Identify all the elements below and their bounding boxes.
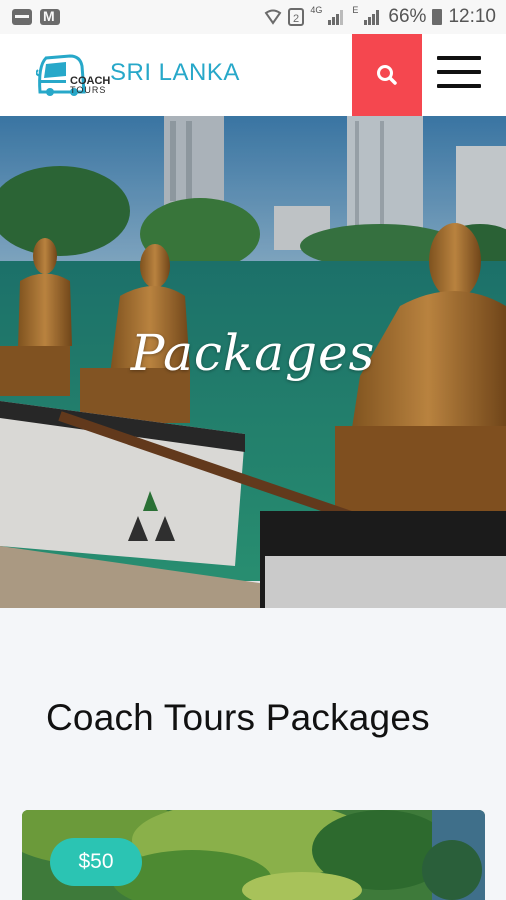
svg-text:2: 2 bbox=[293, 13, 299, 25]
brand-name: SRI LANKA bbox=[110, 59, 240, 86]
gmail-icon bbox=[40, 8, 60, 25]
hero-banner: Packages bbox=[0, 116, 506, 608]
section-title: Coach Tours Packages bbox=[46, 697, 430, 738]
battery-percent: 66% bbox=[388, 6, 427, 27]
notification-icons bbox=[12, 8, 60, 25]
site-header: COACH TOURS SRI LANKA bbox=[0, 34, 506, 116]
network-e-label: E bbox=[352, 5, 359, 15]
clock: 12:10 bbox=[448, 6, 496, 27]
search-icon bbox=[377, 65, 397, 85]
network-4g-label: 4G bbox=[310, 5, 323, 15]
search-button[interactable] bbox=[352, 34, 422, 116]
bus-logo-icon: COACH TOURS bbox=[35, 52, 110, 98]
signal-strength-2-icon bbox=[364, 9, 382, 25]
sim-icon: 2 bbox=[288, 8, 305, 26]
status-bar: 2 4G E 66% 12:10 bbox=[0, 0, 506, 34]
price-badge: $50 bbox=[50, 838, 142, 886]
logo-tours-text: TOURS bbox=[70, 85, 107, 95]
hamburger-menu-icon[interactable] bbox=[437, 56, 481, 88]
site-logo[interactable]: COACH TOURS SRI LANKA bbox=[35, 52, 240, 98]
system-status: 2 4G E 66% 12:10 bbox=[264, 5, 496, 28]
battery-icon bbox=[432, 9, 443, 25]
signal-strength-icon bbox=[328, 9, 346, 25]
hero-title: Packages bbox=[130, 324, 376, 382]
message-icon bbox=[12, 9, 32, 25]
wifi-icon bbox=[265, 9, 282, 25]
